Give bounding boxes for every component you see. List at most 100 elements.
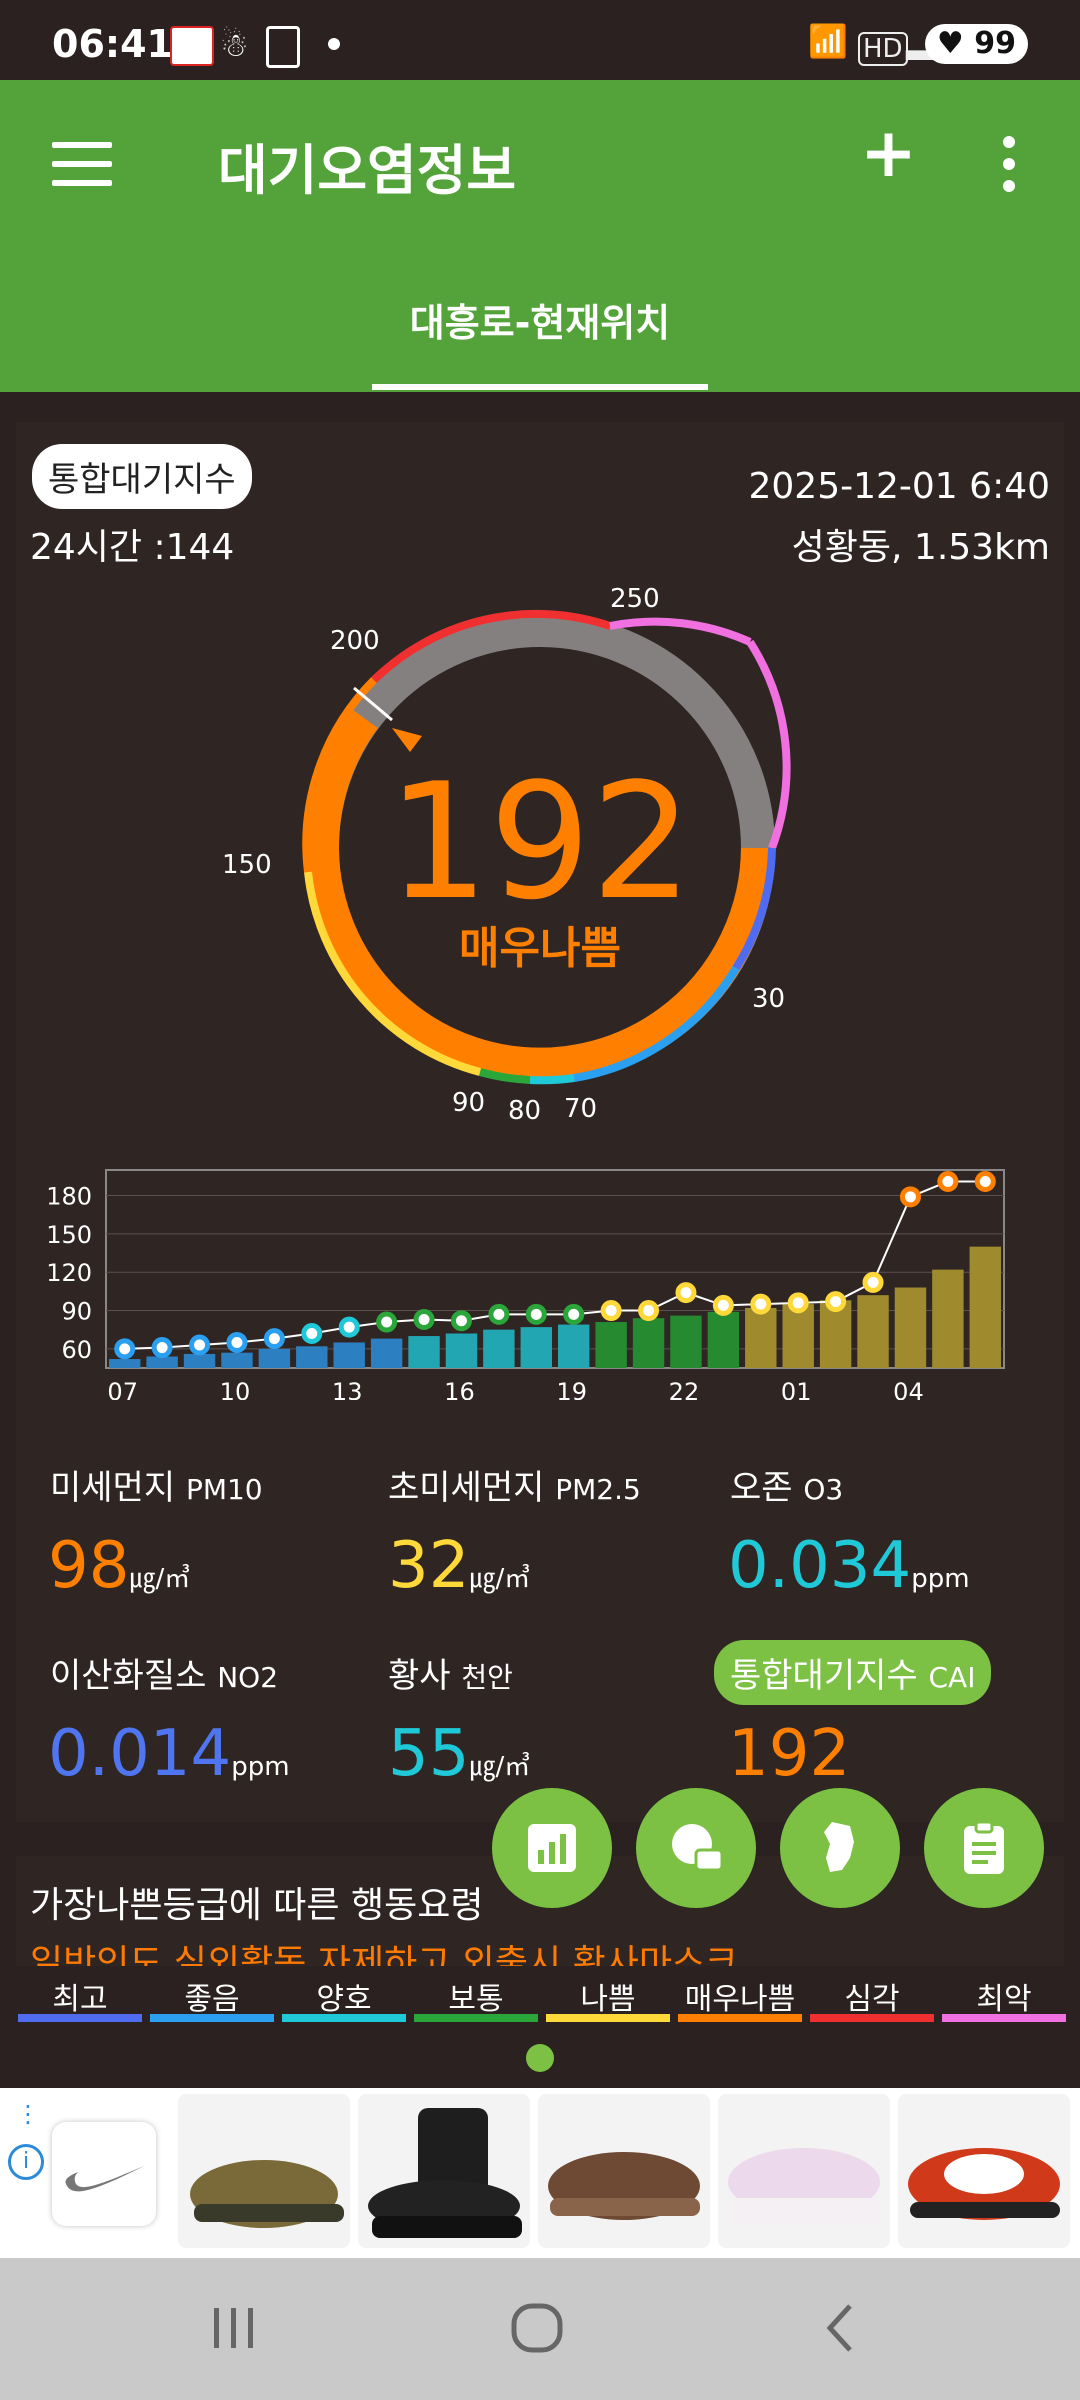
shoe-image [728, 2148, 880, 2224]
data-point [787, 1292, 809, 1314]
cai-grade: 매우나쁨 [459, 923, 621, 974]
gauge-label-90: 90 [452, 1088, 486, 1118]
bar [707, 1311, 740, 1368]
ad-banner[interactable]: ⋮ i [0, 2088, 1080, 2258]
gauge-label-80: 80 [508, 1096, 542, 1126]
pm10-label: 미세먼지 PM10 [50, 1468, 263, 1508]
action-guide-text: 일반인도 실외활동 자제하고 외출시 황사마스크 [30, 1943, 739, 1966]
bar [670, 1315, 702, 1368]
page-indicator [526, 2044, 554, 2072]
report-button[interactable] [924, 1788, 1044, 1908]
no2-value: 0.014ppm [48, 1717, 290, 1791]
data-point [413, 1308, 435, 1330]
legend-color-bar [18, 2014, 142, 2022]
y-tick-label: 90 [61, 1298, 92, 1326]
y-tick-label: 120 [46, 1259, 92, 1287]
y-tick-label: 60 [61, 1336, 92, 1364]
ad-info-icon[interactable]: i [8, 2144, 44, 2180]
data-point [862, 1271, 884, 1293]
bar [969, 1246, 1001, 1368]
ad-product-5[interactable] [898, 2094, 1070, 2248]
ad-options-icon[interactable]: ⋮ [16, 2100, 40, 2128]
gauge-label-150: 150 [222, 850, 272, 880]
bar [221, 1352, 253, 1368]
system-nav-bar [0, 2258, 1080, 2400]
o3-label: 오존 O3 [730, 1468, 844, 1508]
bar [932, 1269, 964, 1368]
data-point [525, 1303, 547, 1325]
cai-pill[interactable]: 통합대기지수 CAI [714, 1640, 992, 1705]
ad-product-3[interactable] [538, 2094, 710, 2248]
bar [445, 1333, 478, 1368]
legend-color-bar [810, 2014, 934, 2022]
legend-label: 매우나쁨 [684, 1982, 796, 2017]
x-tick-label: 19 [556, 1378, 587, 1400]
cai-summary-value: 192 [728, 1717, 851, 1791]
data-point [301, 1323, 323, 1345]
data-point [937, 1170, 959, 1192]
bar-chart-icon [528, 1824, 576, 1872]
legend-color-bar [546, 2014, 670, 2022]
ad-product-1[interactable] [178, 2094, 350, 2248]
data-point [114, 1338, 136, 1360]
legend-color-bar [942, 2014, 1066, 2022]
recents-icon[interactable] [204, 2298, 264, 2358]
data-point [974, 1170, 996, 1192]
x-tick-label: 01 [781, 1378, 812, 1400]
x-tick-label: 07 [107, 1378, 138, 1400]
x-tick-label: 22 [669, 1378, 700, 1400]
gauge-label-30: 30 [752, 984, 786, 1014]
bar [483, 1329, 515, 1368]
swoosh-logo-icon [65, 2166, 144, 2192]
pm10-value: 98㎍/㎥ [48, 1529, 191, 1603]
data-point [488, 1303, 510, 1325]
map-button[interactable] [636, 1788, 756, 1908]
y-tick-label: 150 [46, 1221, 92, 1249]
data-point [450, 1310, 472, 1332]
bar [370, 1338, 403, 1368]
brand-logo[interactable] [52, 2122, 156, 2226]
yellow-dust-label: 황사 천안 [388, 1656, 513, 1696]
ad-product-2[interactable] [358, 2094, 530, 2248]
data-point [563, 1303, 585, 1325]
legend-label: 양호 [316, 1982, 372, 2017]
bar [520, 1327, 552, 1368]
cai-value: 192 [387, 748, 693, 935]
bar [857, 1295, 889, 1368]
gauge-label-200: 200 [330, 626, 380, 656]
pm25-value: 32㎍/㎥ [388, 1529, 531, 1603]
shoe-image [908, 2148, 1060, 2220]
back-icon[interactable] [812, 2298, 872, 2358]
bar [183, 1353, 216, 1368]
home-icon[interactable] [508, 2298, 568, 2358]
bar [595, 1322, 627, 1368]
data-point [338, 1316, 360, 1338]
gauge-label-250: 250 [610, 584, 660, 614]
data-point [189, 1334, 211, 1356]
bar [894, 1287, 927, 1368]
legend-color-bar [282, 2014, 406, 2022]
x-tick-label: 13 [332, 1378, 363, 1400]
yellow-dust-value: 55㎍/㎥ [388, 1717, 531, 1791]
bar [632, 1318, 665, 1368]
ad-product-4[interactable] [718, 2094, 890, 2248]
data-point [638, 1300, 660, 1322]
legend-label: 심각 [844, 1982, 900, 2017]
data-point [899, 1186, 921, 1208]
bar [296, 1346, 328, 1368]
clipboard-icon [964, 1820, 1004, 1874]
pm25-label: 초미세먼지 PM2.5 [388, 1468, 641, 1508]
legend-color-bar [150, 2014, 274, 2022]
legend-label: 보통 [448, 1982, 504, 2017]
korea-map-button[interactable] [780, 1788, 900, 1908]
data-point [825, 1291, 847, 1313]
chart-button[interactable] [492, 1788, 612, 1908]
bar [745, 1307, 777, 1368]
bar [782, 1304, 814, 1368]
shoe-image [190, 2160, 344, 2228]
bar [333, 1342, 365, 1368]
legend-color-bar [414, 2014, 538, 2022]
x-tick-label: 16 [444, 1378, 475, 1400]
data-point [376, 1311, 398, 1333]
shoe-image [548, 2152, 700, 2220]
